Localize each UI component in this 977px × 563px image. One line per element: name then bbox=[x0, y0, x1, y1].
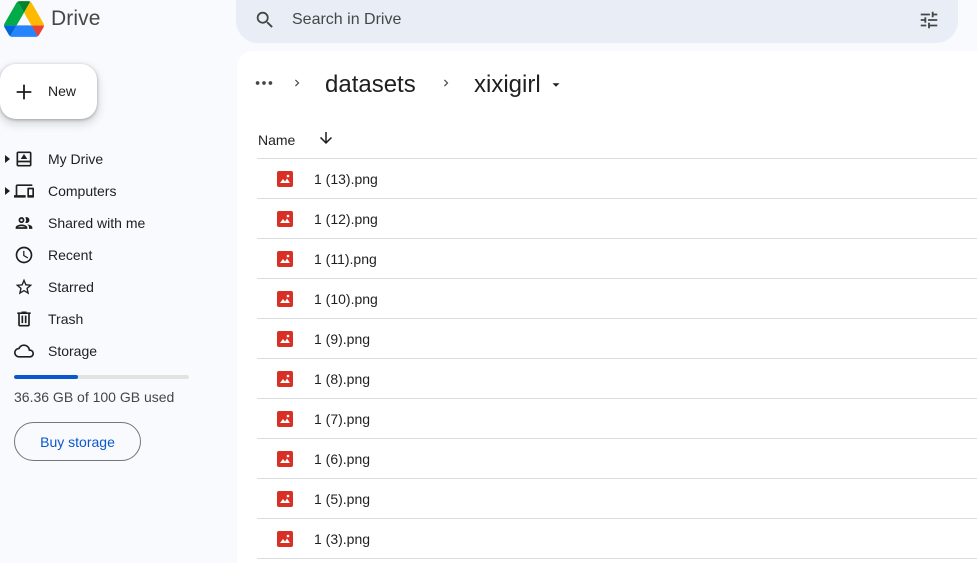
app-name: Drive bbox=[51, 7, 101, 30]
buy-storage-button[interactable]: Buy storage bbox=[14, 422, 141, 461]
file-row[interactable]: 1 (3).png bbox=[257, 519, 977, 559]
name-column-header[interactable]: Name bbox=[258, 132, 295, 148]
image-file-icon bbox=[277, 451, 293, 467]
image-file-icon bbox=[277, 371, 293, 387]
sidebar-item-label: Recent bbox=[48, 247, 93, 263]
file-name: 1 (11).png bbox=[314, 251, 377, 267]
chevron-right-icon bbox=[444, 79, 449, 87]
sidebar-nav: My Drive Computers Shared with me Recent bbox=[0, 143, 236, 367]
storage-usage-text: 36.36 GB of 100 GB used bbox=[14, 389, 175, 405]
file-row[interactable]: 1 (6).png bbox=[257, 439, 977, 479]
file-name: 1 (7).png bbox=[314, 411, 371, 427]
image-file-icon bbox=[277, 491, 293, 507]
my-drive-icon bbox=[16, 151, 32, 167]
file-row[interactable]: 1 (5).png bbox=[257, 479, 977, 519]
image-file-icon bbox=[277, 331, 293, 347]
trash-icon bbox=[17, 311, 31, 327]
arrow-drop-down-icon bbox=[552, 83, 560, 87]
file-list-header: Name bbox=[257, 121, 977, 159]
sidebar-item-label: Shared with me bbox=[48, 215, 146, 231]
breadcrumb-current-label: xixigirl bbox=[474, 71, 541, 98]
new-button-label: New bbox=[48, 83, 77, 99]
file-row[interactable]: 1 (7).png bbox=[257, 399, 977, 439]
file-name: 1 (9).png bbox=[314, 331, 371, 347]
sidebar-item-label: Trash bbox=[48, 311, 84, 327]
storage-usage-bar bbox=[14, 375, 189, 379]
cloud-icon bbox=[14, 344, 34, 358]
sidebar-item-label: Starred bbox=[48, 279, 94, 295]
search-bar bbox=[236, 0, 958, 43]
more-horiz-icon[interactable] bbox=[253, 72, 275, 94]
plus-icon bbox=[16, 84, 32, 100]
image-file-icon bbox=[277, 171, 293, 187]
breadcrumb-current-folder[interactable]: xixigirl bbox=[474, 71, 563, 99]
sidebar-item-computers[interactable]: Computers bbox=[0, 175, 236, 207]
file-row[interactable]: 1 (8).png bbox=[257, 359, 977, 399]
breadcrumb-parent[interactable]: datasets bbox=[325, 71, 416, 99]
sidebar-item-label: Storage bbox=[48, 343, 98, 359]
file-row[interactable]: 1 (10).png bbox=[257, 279, 977, 319]
image-file-icon bbox=[277, 291, 293, 307]
file-name: 1 (13).png bbox=[314, 171, 378, 187]
breadcrumb: datasets xixigirl bbox=[237, 51, 977, 121]
tune-icon[interactable] bbox=[918, 9, 940, 31]
people-icon bbox=[15, 217, 33, 229]
file-list: 1 (13).png 1 (12).png 1 (11).png 1 (10).png… bbox=[257, 159, 977, 559]
sidebar-item-storage[interactable]: Storage bbox=[0, 335, 236, 367]
image-file-icon bbox=[277, 411, 293, 427]
chevron-right-icon bbox=[295, 79, 300, 87]
clock-icon bbox=[15, 246, 33, 264]
image-file-icon bbox=[277, 531, 293, 547]
file-row[interactable]: 1 (9).png bbox=[257, 319, 977, 359]
expand-caret-icon[interactable] bbox=[5, 155, 11, 163]
file-row[interactable]: 1 (11).png bbox=[257, 239, 977, 279]
file-row[interactable]: 1 (13).png bbox=[257, 159, 977, 199]
computers-icon bbox=[14, 184, 34, 198]
main-content: datasets xixigirl Name 1 (13).png 1 (12).… bbox=[237, 51, 977, 563]
file-name: 1 (10).png bbox=[314, 291, 378, 307]
expand-caret-icon[interactable] bbox=[5, 187, 11, 195]
drive-logo[interactable]: Drive bbox=[4, 1, 101, 37]
search-input[interactable] bbox=[292, 6, 852, 34]
drive-app: Drive New My Drive bbox=[0, 0, 977, 563]
file-name: 1 (5).png bbox=[314, 491, 371, 507]
arrow-downward-icon[interactable] bbox=[317, 129, 335, 147]
sidebar-item-trash[interactable]: Trash bbox=[0, 303, 236, 335]
image-file-icon bbox=[277, 251, 293, 267]
drive-logo-icon bbox=[4, 1, 44, 37]
new-button[interactable]: New bbox=[0, 64, 97, 119]
image-file-icon bbox=[277, 211, 293, 227]
storage-usage-fill bbox=[14, 375, 78, 379]
file-row[interactable]: 1 (12).png bbox=[257, 199, 977, 239]
sidebar-item-my-drive[interactable]: My Drive bbox=[0, 143, 236, 175]
star-icon bbox=[15, 278, 33, 295]
file-name: 1 (3).png bbox=[314, 531, 371, 547]
file-name: 1 (6).png bbox=[314, 451, 371, 467]
file-name: 1 (12).png bbox=[314, 211, 378, 227]
sidebar-item-starred[interactable]: Starred bbox=[0, 271, 236, 303]
sidebar-item-shared-with-me[interactable]: Shared with me bbox=[0, 207, 236, 239]
sidebar-item-label: Computers bbox=[48, 183, 117, 199]
sidebar-item-recent[interactable]: Recent bbox=[0, 239, 236, 271]
sidebar-item-label: My Drive bbox=[48, 151, 104, 167]
search-icon[interactable] bbox=[254, 9, 276, 31]
file-name: 1 (8).png bbox=[314, 371, 371, 387]
